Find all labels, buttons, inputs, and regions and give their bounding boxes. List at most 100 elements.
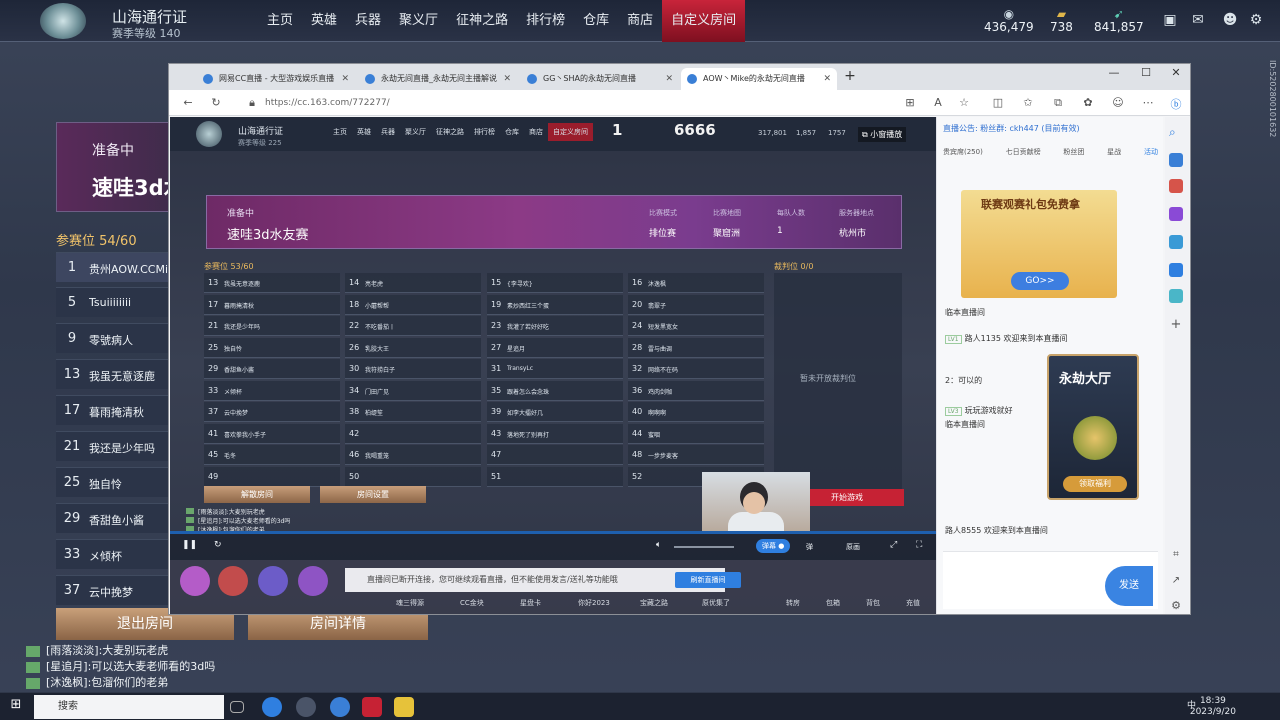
chat-tab[interactable]: 粉丝团: [1063, 147, 1084, 161]
gift-label[interactable]: 你好2023: [578, 598, 610, 608]
screenshot-icon[interactable]: ⌗: [1169, 549, 1183, 563]
maximize-icon[interactable]: ☐: [1135, 66, 1157, 79]
danmu-toggle[interactable]: 弹幕 ●: [756, 539, 791, 553]
chat-tab[interactable]: 星战: [1107, 147, 1121, 161]
more-icon[interactable]: ⋯: [1141, 96, 1155, 109]
seat-row[interactable]: 1贵州AOW.CCMike: [56, 252, 168, 282]
shopping-icon[interactable]: [1169, 153, 1183, 167]
app-yellow-icon[interactable]: [394, 697, 414, 717]
seat-row[interactable]: 5 Tsuiiiiiiii: [56, 287, 168, 317]
seat-row[interactable]: 33 メ倾杯: [56, 539, 168, 569]
volume-slider[interactable]: [674, 546, 734, 548]
gift-label[interactable]: 魂三得源: [396, 598, 424, 608]
seat-row[interactable]: 9 零號病人: [56, 323, 168, 353]
split-icon[interactable]: ◫: [991, 96, 1005, 109]
collections-icon[interactable]: ⧉: [1051, 96, 1065, 110]
search-icon[interactable]: ⌕: [1169, 125, 1183, 139]
minimize-icon[interactable]: —: [1103, 66, 1125, 79]
chat-tab[interactable]: 活动: [1144, 147, 1158, 161]
office-icon[interactable]: [1169, 235, 1183, 249]
open-external-icon[interactable]: ↗: [1169, 575, 1183, 589]
gift-avatar-icon[interactable]: [180, 566, 210, 596]
reload-icon[interactable]: ↻: [214, 540, 222, 550]
new-tab-icon[interactable]: +: [839, 68, 861, 84]
windows-start-icon[interactable]: ⊞: [6, 697, 26, 717]
nav-shop[interactable]: 商店: [618, 0, 662, 42]
gift-action[interactable]: 充值: [906, 598, 920, 608]
chat-tab[interactable]: 七日贡献榜: [1006, 147, 1041, 161]
sidebar-settings-icon[interactable]: ⚙: [1169, 599, 1183, 613]
gift-label[interactable]: 原优集了: [702, 598, 730, 608]
clock[interactable]: 18:39 2023/9/20: [1190, 696, 1236, 718]
nav-rank[interactable]: 排行榜: [517, 0, 574, 42]
gift-label[interactable]: 宝藏之路: [640, 598, 668, 608]
gift-avatar-icon[interactable]: [258, 566, 288, 596]
send-button[interactable]: 发送: [1105, 566, 1153, 606]
browser-tab-active[interactable]: AOW丶Mike的永劫无间直播 ✕: [681, 68, 837, 90]
tools-icon[interactable]: [1169, 179, 1183, 193]
danmu-settings-icon[interactable]: 弹: [806, 542, 813, 552]
profile-icon[interactable]: ☺: [1111, 96, 1125, 109]
back-icon[interactable]: ←: [181, 96, 195, 109]
seat-row[interactable]: 37 云中挽梦: [56, 575, 168, 605]
edge-alt-icon[interactable]: [330, 697, 350, 717]
gift-action[interactable]: 包箱: [826, 598, 840, 608]
close-icon[interactable]: ✕: [341, 68, 349, 90]
favorite-star-icon[interactable]: ☆: [957, 96, 971, 109]
seat-row[interactable]: 29 香甜鱼小酱: [56, 503, 168, 533]
user-icon[interactable]: ☻: [1220, 12, 1240, 30]
refresh-icon[interactable]: ↻: [209, 96, 223, 109]
edge-icon[interactable]: [262, 697, 282, 717]
close-window-icon[interactable]: ✕: [1165, 66, 1187, 79]
favorites-icon[interactable]: ✩: [1021, 96, 1035, 109]
fullscreen-icon[interactable]: ⛶: [916, 540, 922, 550]
extension-icon[interactable]: ✿: [1081, 96, 1095, 109]
settings-gear-icon[interactable]: ⚙: [1246, 12, 1266, 30]
url-input[interactable]: https://cc.163.com/772277/: [237, 93, 917, 113]
nav-custom-room[interactable]: 自定义房间: [662, 0, 746, 42]
app-red-icon[interactable]: [362, 697, 382, 717]
gift-action[interactable]: 背包: [866, 598, 880, 608]
refresh-room-button[interactable]: 刷新直播间: [675, 572, 741, 588]
bing-icon[interactable]: ⓑ: [1169, 96, 1183, 112]
add-icon[interactable]: +: [1169, 317, 1183, 332]
gift-action[interactable]: 转房: [786, 598, 800, 608]
live-video-player[interactable]: 山海通行证 赛季等级 225 主页 英雄 兵器 聚义厅 征神之路 排行榜 仓库 …: [170, 117, 936, 614]
seat-row[interactable]: 13 我虽无意逐鹿: [56, 359, 168, 389]
games-icon[interactable]: [1169, 207, 1183, 221]
close-icon[interactable]: ✕: [665, 68, 673, 90]
gift-avatar-icon[interactable]: [298, 566, 328, 596]
task-view-icon[interactable]: [230, 701, 244, 713]
banner-go-button[interactable]: GO>>: [1011, 272, 1069, 290]
browser-tab[interactable]: 永劫无间直播_永劫无间主播解说 ✕: [359, 68, 517, 90]
seat-row[interactable]: 25 独自怜: [56, 467, 168, 497]
app-icon[interactable]: [296, 697, 316, 717]
pass-logo-icon[interactable]: [40, 3, 86, 39]
close-icon[interactable]: ✕: [823, 68, 831, 90]
claim-benefit-button[interactable]: 领取福利: [1063, 476, 1127, 492]
pause-icon[interactable]: ❚❚: [182, 540, 197, 550]
nav-home[interactable]: 主页: [258, 0, 302, 42]
mini-window-button[interactable]: ⧉ 小窗播放: [858, 127, 907, 142]
volume-icon[interactable]: 🔈︎: [656, 540, 661, 550]
nav-weapons[interactable]: 兵器: [346, 0, 390, 42]
profile-card-icon[interactable]: ▣: [1160, 12, 1180, 30]
app-icon[interactable]: ⊞: [903, 96, 917, 109]
nav-hall[interactable]: 聚义厅: [390, 0, 447, 42]
read-aloud-icon[interactable]: A: [931, 96, 945, 109]
outlook-icon[interactable]: [1169, 263, 1183, 277]
close-icon[interactable]: ✕: [503, 68, 511, 90]
nav-path[interactable]: 征神之路: [447, 0, 517, 42]
browser-tab[interactable]: 网易CC直播 - 大型游戏娱乐直播 ✕: [197, 68, 355, 90]
nav-heroes[interactable]: 英雄: [302, 0, 346, 42]
fullscreen-web-icon[interactable]: ⤢: [890, 540, 897, 550]
taskbar-search[interactable]: 搜索: [34, 695, 224, 719]
browser-tab[interactable]: GG丶SHA的永劫无间直播 ✕: [521, 68, 679, 90]
nav-warehouse[interactable]: 仓库: [574, 0, 618, 42]
quality-select[interactable]: 原画: [846, 542, 860, 552]
gift-avatar-icon[interactable]: [218, 566, 248, 596]
seat-row[interactable]: 17 暮雨掩清秋: [56, 395, 168, 425]
gift-label[interactable]: CC金块: [460, 598, 484, 608]
hall-promo-banner[interactable]: 永劫大厅 领取福利: [1047, 354, 1139, 500]
drop-icon[interactable]: [1169, 289, 1183, 303]
